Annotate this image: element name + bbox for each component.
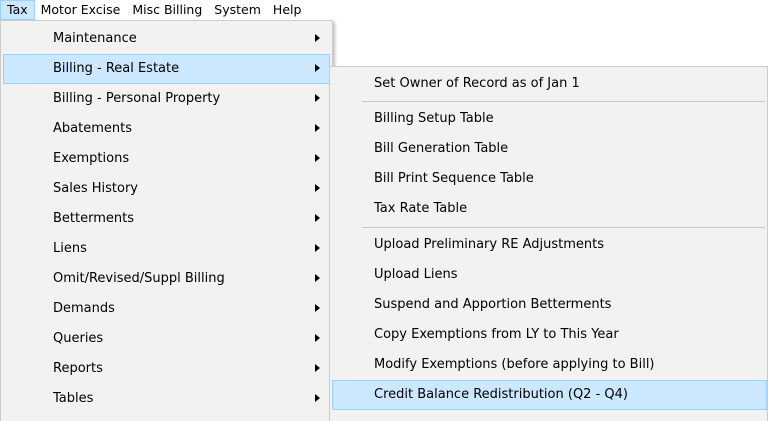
menu-motor-excise[interactable]: Motor Excise: [35, 0, 127, 20]
submenu-item-label: Credit Balance Redistribution (Q2 - Q4): [374, 387, 628, 402]
submenu-arrow-icon: [315, 94, 320, 102]
tax-dropdown-menu: Maintenance Billing - Real Estate Billin…: [0, 20, 333, 421]
menu-item-billing-personal-property[interactable]: Billing - Personal Property: [3, 84, 330, 114]
menu-system[interactable]: System: [208, 0, 267, 20]
menu-item-label: Exemptions: [53, 151, 130, 166]
menu-tax[interactable]: Tax: [0, 0, 35, 20]
menu-item-sales-history[interactable]: Sales History: [3, 174, 330, 204]
submenu-item-credit-balance-redistribution[interactable]: Credit Balance Redistribution (Q2 - Q4): [332, 380, 767, 410]
menu-item-billing-real-estate[interactable]: Billing - Real Estate: [3, 54, 330, 84]
menu-item-label: Tables: [53, 391, 94, 406]
submenu-item-label: Set Owner of Record as of Jan 1: [374, 76, 580, 91]
menu-bar: Tax Motor Excise Misc Billing System Hel…: [0, 0, 768, 20]
submenu-item-label: Tax Rate Table: [374, 201, 468, 216]
submenu-arrow-icon: [315, 334, 320, 342]
submenu-arrow-icon: [315, 184, 320, 192]
submenu-item-billing-setup-table[interactable]: Billing Setup Table: [332, 104, 767, 134]
submenu-arrow-icon: [315, 154, 320, 162]
submenu-item-label: Modify Exemptions (before applying to Bi…: [374, 357, 655, 372]
submenu-item-copy-exemptions[interactable]: Copy Exemptions from LY to This Year: [332, 320, 767, 350]
submenu-item-bill-generation-table[interactable]: Bill Generation Table: [332, 134, 767, 164]
submenu-arrow-icon: [315, 124, 320, 132]
submenu-item-set-owner-of-record[interactable]: Set Owner of Record as of Jan 1: [332, 69, 767, 99]
submenu-item-label: Billing Setup Table: [374, 111, 494, 126]
submenu-item-label: Bill Generation Table: [374, 141, 509, 156]
menu-item-label: Queries: [53, 331, 104, 346]
submenu-item-modify-exemptions[interactable]: Modify Exemptions (before applying to Bi…: [332, 350, 767, 380]
menu-item-label: Betterments: [53, 211, 134, 226]
menu-misc-billing[interactable]: Misc Billing: [126, 0, 208, 20]
menu-item-abatements[interactable]: Abatements: [3, 114, 330, 144]
menu-item-label: Billing - Real Estate: [53, 61, 180, 76]
submenu-item-bill-print-sequence-table[interactable]: Bill Print Sequence Table: [332, 164, 767, 194]
submenu-arrow-icon: [315, 364, 320, 372]
submenu-arrow-icon: [315, 64, 320, 72]
menu-item-queries[interactable]: Queries: [3, 324, 330, 354]
menu-item-label: Liens: [53, 241, 87, 256]
menu-item-label: Reports: [53, 361, 103, 376]
menu-item-omit-revised-suppl-billing[interactable]: Omit/Revised/Suppl Billing: [3, 264, 330, 294]
submenu-arrow-icon: [315, 274, 320, 282]
menu-item-label: Demands: [53, 301, 115, 316]
submenu-item-tax-rate-table[interactable]: Tax Rate Table: [332, 194, 767, 224]
menu-item-tables[interactable]: Tables: [3, 384, 330, 414]
menu-item-label: Sales History: [53, 181, 138, 196]
submenu-item-upload-liens[interactable]: Upload Liens: [332, 260, 767, 290]
submenu-item-label: Upload Liens: [374, 267, 458, 282]
submenu-item-label: Upload Preliminary RE Adjustments: [374, 237, 605, 252]
menu-separator: [362, 227, 765, 228]
submenu-item-suspend-apportion-betterments[interactable]: Suspend and Apportion Betterments: [332, 290, 767, 320]
submenu-arrow-icon: [315, 394, 320, 402]
menu-item-demands[interactable]: Demands: [3, 294, 330, 324]
menu-item-liens[interactable]: Liens: [3, 234, 330, 264]
menu-item-label: Maintenance: [53, 31, 137, 46]
submenu-item-label: Copy Exemptions from LY to This Year: [374, 327, 619, 342]
submenu-arrow-icon: [315, 244, 320, 252]
menu-item-label: Abatements: [53, 121, 132, 136]
menu-item-betterments[interactable]: Betterments: [3, 204, 330, 234]
submenu-arrow-icon: [315, 214, 320, 222]
menu-item-label: Omit/Revised/Suppl Billing: [53, 271, 225, 286]
menu-item-maintenance[interactable]: Maintenance: [3, 24, 330, 54]
menu-help[interactable]: Help: [267, 0, 308, 20]
app-window: Tax Motor Excise Misc Billing System Hel…: [0, 0, 768, 421]
submenu-arrow-icon: [315, 304, 320, 312]
billing-real-estate-submenu: Set Owner of Record as of Jan 1 Billing …: [329, 66, 768, 421]
submenu-item-label: Bill Print Sequence Table: [374, 171, 534, 186]
menu-item-reports[interactable]: Reports: [3, 354, 330, 384]
submenu-arrow-icon: [315, 34, 320, 42]
menu-item-exemptions[interactable]: Exemptions: [3, 144, 330, 174]
submenu-item-upload-preliminary-re-adjustments[interactable]: Upload Preliminary RE Adjustments: [332, 230, 767, 260]
menu-item-label: Billing - Personal Property: [53, 91, 221, 106]
submenu-item-label: Suspend and Apportion Betterments: [374, 297, 612, 312]
menu-separator: [362, 101, 765, 102]
